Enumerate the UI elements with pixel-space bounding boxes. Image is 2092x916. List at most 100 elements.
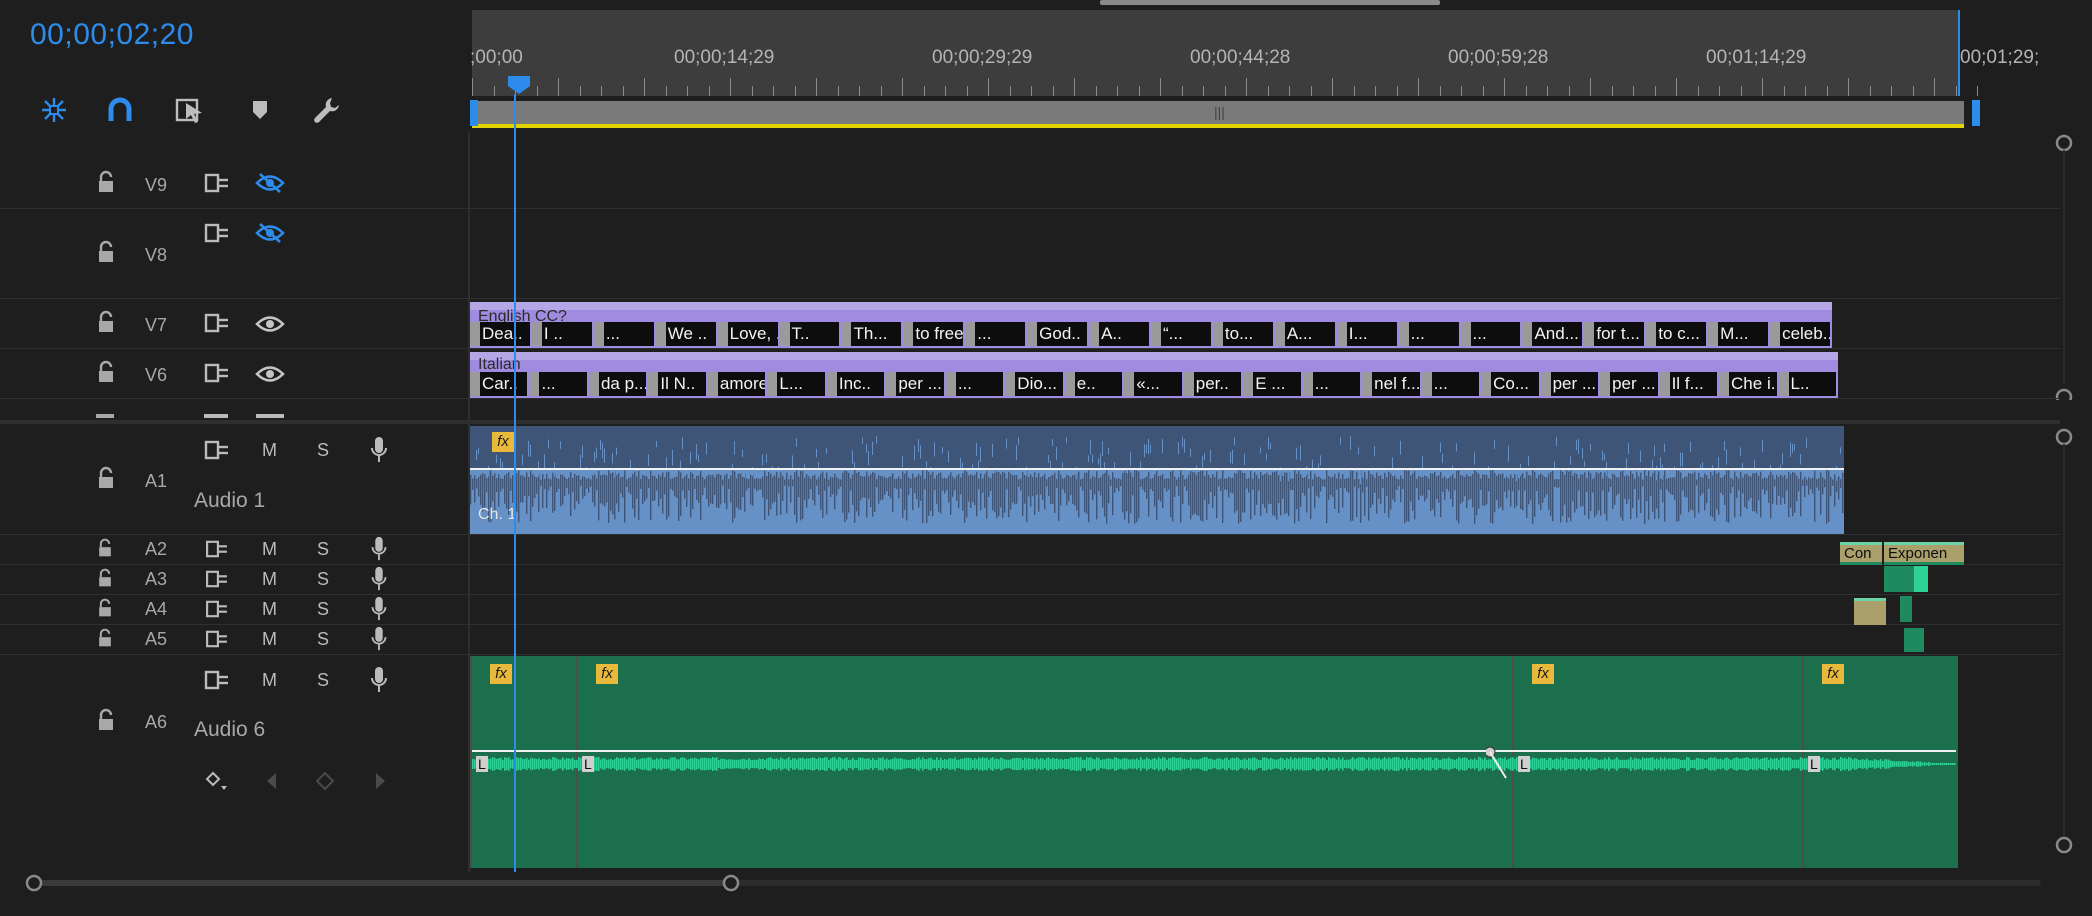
fx-badge[interactable]: fx bbox=[1532, 664, 1554, 684]
audio-clip-a4-2[interactable] bbox=[1900, 596, 1912, 622]
microphone-icon[interactable] bbox=[370, 626, 388, 657]
microphone-icon[interactable] bbox=[370, 666, 388, 699]
track-label-v9[interactable]: V9 bbox=[145, 175, 167, 196]
audio-clip-a2-1[interactable]: Con bbox=[1840, 542, 1882, 565]
track-label-a1[interactable]: A1 bbox=[145, 471, 167, 492]
lock-icon[interactable] bbox=[96, 538, 114, 563]
mute-button[interactable]: M bbox=[262, 629, 277, 650]
eye-hidden-icon[interactable] bbox=[255, 222, 285, 249]
track-name-a6[interactable]: Audio 6 bbox=[194, 718, 265, 742]
caption-segment[interactable]: «... bbox=[1124, 372, 1182, 396]
track-label-a6[interactable]: A6 bbox=[145, 712, 167, 733]
lock-icon[interactable] bbox=[96, 310, 116, 339]
eye-visible-icon[interactable] bbox=[255, 313, 285, 340]
solo-button[interactable]: S bbox=[317, 599, 329, 620]
caption-segment[interactable]: Dio... bbox=[1005, 372, 1063, 396]
sync-lock-icon[interactable] bbox=[204, 173, 230, 198]
next-keyframe-icon[interactable] bbox=[372, 770, 388, 797]
lock-icon[interactable] bbox=[96, 568, 114, 593]
fx-badge[interactable]: fx bbox=[490, 664, 512, 684]
eye-visible-icon[interactable] bbox=[255, 363, 285, 390]
magnet-snap-icon[interactable] bbox=[100, 90, 140, 130]
previous-keyframe-icon[interactable] bbox=[264, 770, 280, 797]
lock-icon[interactable] bbox=[96, 708, 116, 737]
zoom-handle-right[interactable] bbox=[1972, 100, 1980, 126]
caption-segment[interactable]: L.. bbox=[1778, 372, 1836, 396]
caption-segment[interactable]: ... bbox=[1398, 322, 1459, 346]
mute-button[interactable]: M bbox=[262, 569, 277, 590]
caption-segment[interactable]: Love, ... bbox=[717, 322, 778, 346]
lock-icon[interactable] bbox=[96, 360, 116, 389]
playhead-handle[interactable] bbox=[506, 74, 532, 101]
caption-segment[interactable]: to c... bbox=[1646, 322, 1707, 346]
caption-segment[interactable]: Che i.. bbox=[1719, 372, 1777, 396]
caption-segment[interactable]: to... bbox=[1212, 322, 1273, 346]
caption-segment[interactable]: Co... bbox=[1481, 372, 1539, 396]
caption-segment[interactable]: Car.. bbox=[470, 372, 528, 396]
microphone-icon[interactable] bbox=[370, 536, 388, 567]
caption-segment[interactable]: celeb... bbox=[1770, 322, 1830, 346]
sync-lock-icon[interactable] bbox=[204, 670, 230, 695]
top-scroll-indicator[interactable] bbox=[1100, 0, 1440, 5]
caption-segment[interactable]: I .. bbox=[531, 322, 592, 346]
audio-clip-a5-1[interactable] bbox=[1904, 628, 1924, 652]
caption-segment[interactable]: E ... bbox=[1243, 372, 1301, 396]
sync-lock-icon[interactable] bbox=[204, 570, 230, 593]
caption-segment[interactable]: Th... bbox=[841, 322, 902, 346]
fx-badge[interactable]: fx bbox=[1822, 664, 1844, 684]
lock-icon[interactable] bbox=[96, 628, 114, 653]
audio-clip-a4-1[interactable] bbox=[1854, 598, 1886, 625]
caption-segment[interactable]: ... bbox=[945, 372, 1004, 396]
lock-icon[interactable] bbox=[96, 170, 116, 199]
sync-lock-icon[interactable] bbox=[204, 600, 230, 623]
caption-segment[interactable]: da p... bbox=[588, 372, 647, 396]
audio-clip-a2-2[interactable]: Exponen bbox=[1884, 542, 1964, 565]
caption-segment[interactable]: T.. bbox=[779, 322, 840, 346]
track-label-a4[interactable]: A4 bbox=[145, 599, 167, 620]
solo-button[interactable]: S bbox=[317, 539, 329, 560]
track-label-a2[interactable]: A2 bbox=[145, 539, 167, 560]
work-area-bar[interactable] bbox=[472, 124, 1964, 128]
caption-segment[interactable]: amore, ... bbox=[707, 372, 766, 396]
sync-lock-icon[interactable] bbox=[204, 440, 230, 465]
horizontal-scrollbar[interactable] bbox=[18, 873, 2048, 893]
sync-lock-icon[interactable] bbox=[204, 630, 230, 653]
microphone-icon[interactable] bbox=[370, 436, 388, 469]
caption-segment[interactable]: ... bbox=[529, 372, 587, 396]
add-keyframe-menu-icon[interactable] bbox=[204, 770, 230, 797]
caption-segment[interactable]: per ... bbox=[1600, 372, 1658, 396]
lock-icon[interactable] bbox=[96, 240, 116, 269]
caption-segment[interactable]: per ... bbox=[886, 372, 944, 396]
caption-segment[interactable]: We .. bbox=[655, 322, 716, 346]
caption-segment[interactable]: for t... bbox=[1584, 322, 1645, 346]
caption-segment[interactable]: ... bbox=[593, 322, 654, 346]
eye-hidden-icon[interactable] bbox=[255, 172, 285, 199]
caption-segment[interactable]: A.. bbox=[1089, 322, 1149, 346]
solo-button[interactable]: S bbox=[317, 440, 329, 461]
caption-segment[interactable]: nel f... bbox=[1362, 372, 1420, 396]
solo-button[interactable]: S bbox=[317, 569, 329, 590]
caption-segment[interactable]: per.. bbox=[1183, 372, 1242, 396]
caption-segment[interactable]: A... bbox=[1274, 322, 1335, 346]
track-label-v7[interactable]: V7 bbox=[145, 315, 167, 336]
caption-segment[interactable]: per ... bbox=[1540, 372, 1599, 396]
caption-segment[interactable]: ... bbox=[965, 322, 1026, 346]
sync-lock-icon[interactable] bbox=[204, 540, 230, 563]
playhead-timecode[interactable]: 00;00;02;20 bbox=[30, 18, 194, 52]
caption-segment[interactable]: e.. bbox=[1064, 372, 1123, 396]
caption-segment[interactable]: I... bbox=[1336, 322, 1397, 346]
track-name-a1[interactable]: Audio 1 bbox=[194, 489, 265, 513]
fx-badge[interactable]: fx bbox=[492, 432, 514, 452]
snap-nest-icon[interactable] bbox=[34, 90, 74, 130]
caption-segment[interactable]: ... bbox=[1460, 322, 1521, 346]
toggle-keyframe-icon[interactable] bbox=[314, 770, 336, 797]
caption-segment[interactable]: Inc.. bbox=[826, 372, 885, 396]
audio-clip-a3-1[interactable] bbox=[1884, 566, 1914, 592]
caption-segment[interactable]: ... bbox=[1302, 372, 1361, 396]
volume-rubber-band[interactable] bbox=[470, 468, 1844, 470]
caption-segment[interactable]: Dea.. bbox=[470, 322, 530, 346]
track-label-v6[interactable]: V6 bbox=[145, 365, 167, 386]
wrench-settings-icon[interactable] bbox=[306, 90, 346, 130]
mute-button[interactable]: M bbox=[262, 599, 277, 620]
fx-badge[interactable]: fx bbox=[596, 664, 618, 684]
